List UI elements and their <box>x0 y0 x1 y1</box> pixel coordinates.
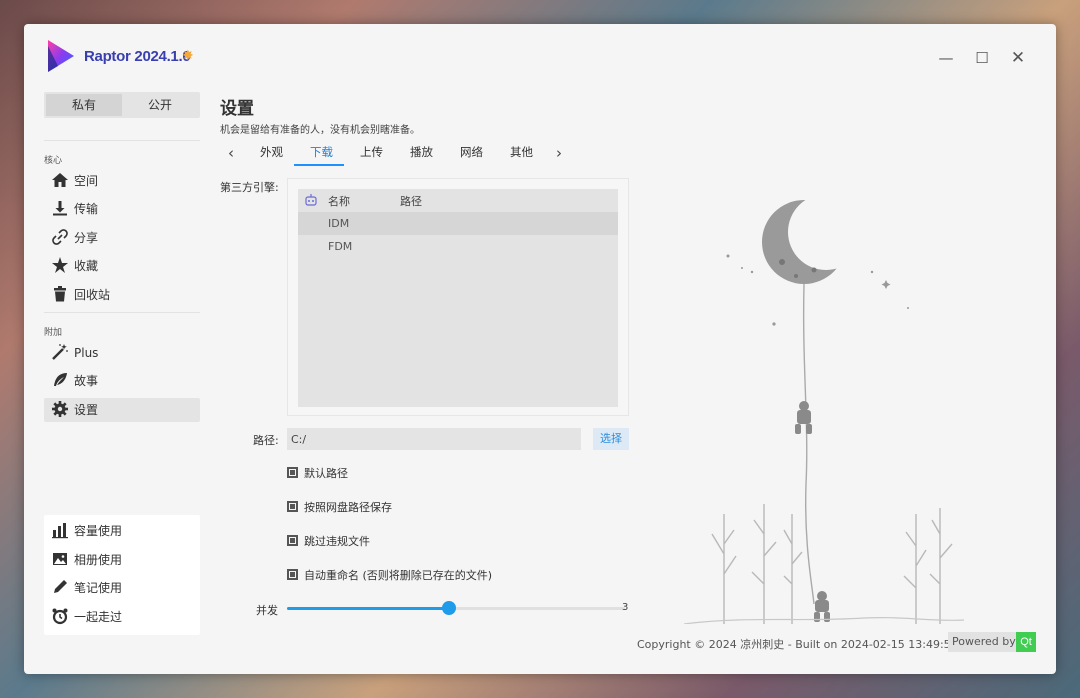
usage-item-label: 容量使用 <box>74 524 123 538</box>
engine-name: IDM <box>328 217 350 230</box>
app-title: Raptor 2024.1.0 <box>84 48 191 65</box>
path-input[interactable] <box>287 428 581 450</box>
visibility-segmented-control: 私有 公开 <box>44 92 200 118</box>
sidebar-item-label: 分享 <box>74 231 99 245</box>
sidebar-item-settings[interactable]: 设置 <box>44 398 200 422</box>
usage-item-label: 笔记使用 <box>74 581 123 595</box>
sidebar-item-space[interactable]: 空间 <box>44 169 200 193</box>
sidebar-item-plus[interactable]: Plus <box>44 341 200 365</box>
powered-by-label: Powered by <box>952 635 1016 648</box>
bar-chart-icon <box>52 523 68 539</box>
checkbox-box[interactable] <box>287 501 298 512</box>
star-icon <box>52 257 68 273</box>
feather-icon <box>54 373 67 386</box>
alarm-clock-icon <box>52 608 68 625</box>
settings-tabs: ‹ 外观 下载 上传 播放 网络 其他 › <box>220 140 580 168</box>
checkbox-label: 默认路径 <box>304 467 348 480</box>
copyright-text: Copyright © 2024 凉州刺史 - Built on 2024-02… <box>637 638 958 651</box>
page-title: 设置 <box>220 99 254 119</box>
sidebar-item-label: 设置 <box>74 403 99 417</box>
tab-upload[interactable]: 上传 <box>360 144 383 160</box>
engine-name: FDM <box>328 240 353 253</box>
usage-item-capacity[interactable]: 容量使用 <box>44 519 200 543</box>
active-tab-indicator <box>294 164 344 166</box>
sidebar-item-story[interactable]: 故事 <box>44 369 200 393</box>
engine-table-frame: 名称 路径 IDM FDM <box>287 178 629 416</box>
slider-fill <box>287 607 450 610</box>
sidebar-item-label: 空间 <box>74 174 99 188</box>
sidebar-item-share[interactable]: 分享 <box>44 226 200 250</box>
close-button[interactable]: ✕ <box>1008 48 1028 68</box>
choose-path-button[interactable]: 选择 <box>593 428 629 450</box>
concurrency-value: 3 <box>622 602 629 613</box>
group-label-core: 核心 <box>44 156 63 166</box>
sidebar-item-recycle-bin[interactable]: 回收站 <box>44 283 200 307</box>
usage-item-together[interactable]: 一起走过 <box>44 605 200 629</box>
checkbox-label: 按照网盘路径保存 <box>304 501 392 514</box>
table-row[interactable]: IDM <box>298 212 618 235</box>
qt-logo-icon: Qt <box>1016 632 1036 652</box>
app-logo-icon <box>48 40 74 72</box>
download-icon <box>53 201 67 216</box>
page-subtitle: 机会是留给有准备的人，没有机会别瞎准备。 <box>220 125 420 136</box>
moon-astronaut-illustration <box>683 200 964 624</box>
checkbox-box[interactable] <box>287 569 298 580</box>
usage-item-label: 一起走过 <box>74 610 123 624</box>
chevron-left-icon[interactable]: ‹ <box>228 144 234 162</box>
column-header-name[interactable]: 名称 <box>328 193 350 209</box>
path-label: 路径: <box>253 434 279 447</box>
home-icon <box>52 173 68 187</box>
app-window: Raptor 2024.1.0 ✸ — ☐ ✕ 私有 公开 核心 空间 传输 分… <box>24 24 1056 674</box>
group-label-extra: 附加 <box>44 328 63 338</box>
robot-icon <box>305 194 317 206</box>
powered-by-badge[interactable]: Powered by Qt <box>948 632 1036 652</box>
checkbox-label: 自动重命名 (否则将删除已存在的文件) <box>304 569 493 582</box>
sidebar-item-label: 故事 <box>74 374 99 388</box>
sidebar-item-label: 回收站 <box>74 288 111 302</box>
usage-item-album[interactable]: 相册使用 <box>44 548 200 572</box>
slider-handle[interactable] <box>442 601 457 615</box>
tab-appearance[interactable]: 外观 <box>260 144 283 160</box>
divider <box>44 140 200 141</box>
sparkle-star-icon: ✸ <box>182 48 194 64</box>
tab-download[interactable]: 下载 <box>310 144 333 160</box>
image-icon <box>53 553 67 565</box>
sidebar-item-favorites[interactable]: 收藏 <box>44 254 200 278</box>
segment-public[interactable]: 公开 <box>122 94 198 116</box>
trash-icon <box>54 286 66 302</box>
usage-item-notes[interactable]: 笔记使用 <box>44 576 200 600</box>
sidebar-item-label: 传输 <box>74 202 99 216</box>
usage-item-label: 相册使用 <box>74 553 123 567</box>
checkbox-box[interactable] <box>287 535 298 546</box>
engine-label: 第三方引擎: <box>220 181 279 194</box>
gear-icon <box>52 401 68 417</box>
checkbox-label: 跳过违规文件 <box>304 535 370 548</box>
concurrency-label: 并发 <box>256 604 278 617</box>
divider <box>44 312 200 313</box>
sidebar-item-transfer[interactable]: 传输 <box>44 197 200 221</box>
title-bar: Raptor 2024.1.0 ✸ — ☐ ✕ <box>24 24 1056 90</box>
column-header-path[interactable]: 路径 <box>400 193 422 209</box>
table-header: 名称 路径 <box>298 189 618 211</box>
sidebar-item-label: Plus <box>74 346 99 360</box>
table-row[interactable]: FDM <box>298 235 618 258</box>
engine-table: 名称 路径 IDM FDM <box>298 189 618 407</box>
tab-playback[interactable]: 播放 <box>410 144 433 160</box>
sidebar-item-label: 收藏 <box>74 259 99 273</box>
checkbox-box[interactable] <box>287 467 298 478</box>
usage-panel: 容量使用 相册使用 笔记使用 一起走过 <box>44 515 200 635</box>
tab-network[interactable]: 网络 <box>460 144 483 160</box>
pencil-icon <box>54 580 67 593</box>
chevron-right-icon[interactable]: › <box>556 144 562 162</box>
link-icon <box>52 229 68 245</box>
magic-wand-icon <box>52 344 68 360</box>
minimize-button[interactable]: — <box>936 48 956 68</box>
segment-private[interactable]: 私有 <box>46 94 122 116</box>
tab-other[interactable]: 其他 <box>510 144 533 160</box>
maximize-button[interactable]: ☐ <box>972 48 992 68</box>
